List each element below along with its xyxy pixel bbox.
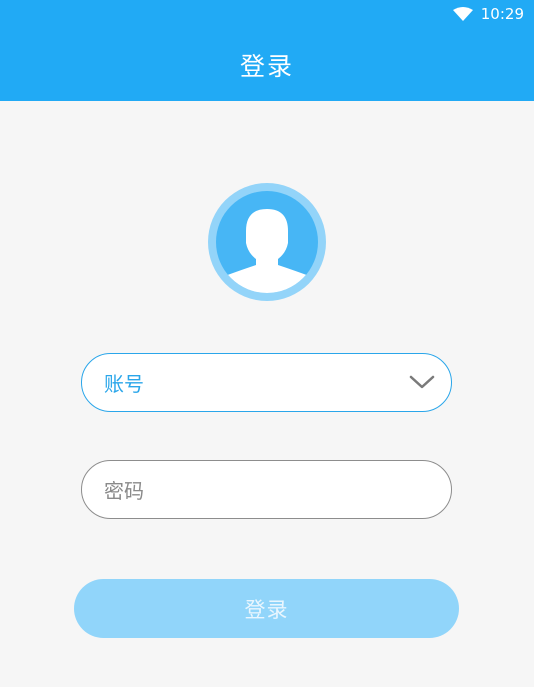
login-button[interactable]: 登录 xyxy=(74,579,459,638)
password-field[interactable]: 密码 xyxy=(81,460,452,519)
avatar xyxy=(208,183,326,301)
page-title: 登录 xyxy=(239,51,294,81)
account-placeholder: 账号 xyxy=(104,372,144,396)
account-field[interactable]: 账号 xyxy=(81,353,452,412)
status-bar: 10:29 xyxy=(0,0,534,28)
password-placeholder: 密码 xyxy=(104,479,144,503)
chevron-down-icon[interactable] xyxy=(409,372,435,392)
app-bar: 登录 xyxy=(0,28,534,101)
user-avatar-icon xyxy=(216,191,318,293)
login-button-label: 登录 xyxy=(244,597,289,622)
wifi-icon xyxy=(452,7,473,21)
status-time: 10:29 xyxy=(480,5,524,23)
